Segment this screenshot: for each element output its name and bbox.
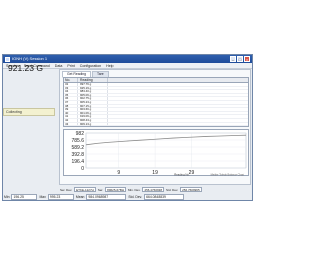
- readings-chart: 982 785.6 589.2 392.8 196.4 0 9 19 29 Reading No.…: [63, 129, 249, 177]
- stat-value-min: 196.25: [11, 194, 38, 200]
- menu-print[interactable]: Print: [67, 63, 74, 68]
- table-cell-reading: 909.13 g: [78, 122, 108, 126]
- stat-label-std-dev: Std. Dev.: [128, 195, 143, 199]
- window-title: IONH (V) Session 1: [12, 56, 48, 61]
- info-label: Min. Dev.: [128, 187, 141, 192]
- maximize-icon[interactable]: □: [237, 56, 243, 62]
- stat-label-max: Max: [39, 195, 46, 199]
- info-value: ETKE-1227H: [74, 187, 96, 192]
- readings-panel: Get Reading Tare No. Reading 32 997.76 g3…: [59, 69, 251, 185]
- stat-value-max: 995.23: [47, 194, 74, 200]
- info-label: Ser. Dev.: [60, 187, 73, 192]
- info-label: Std. Dev.: [166, 187, 179, 192]
- menu-help[interactable]: Help: [106, 63, 113, 68]
- minimize-icon[interactable]: –: [230, 56, 236, 62]
- status-indicator: Collecting: [3, 108, 55, 116]
- y-tick-label: 196.4: [71, 159, 84, 165]
- title-bar: IONH (V) Session 1 – □ ×: [3, 55, 252, 63]
- table-cell-no: 43: [64, 122, 78, 126]
- info-value: 256.4760938: [142, 187, 164, 192]
- x-tick-label: 19: [152, 170, 158, 176]
- chart-annotation: Mettler Toledo Balance Chart: [211, 173, 245, 177]
- reading-panel: [3, 69, 57, 184]
- chart-canvas: 982785.6589.2392.8196.409 19 29Reading No.…: [71, 131, 247, 177]
- window-controls: – □ ×: [230, 56, 250, 62]
- menu-data[interactable]: Data: [55, 63, 63, 68]
- device-info-row: Ser. Dev. ETKE-1227H Ser. 89625-67BH Min…: [59, 186, 249, 193]
- y-tick-label: 785.6: [71, 138, 84, 144]
- stat-label-mean: Mean: [75, 195, 85, 199]
- info-label: Ser.: [97, 187, 104, 192]
- y-tick-label: 392.8: [71, 152, 84, 158]
- table-body: 32 997.76 g 33 925.19 g 34 983.40 g 35 905.06 g…: [64, 82, 248, 126]
- y-tick-label: 0: [81, 166, 84, 172]
- table-row[interactable]: 43 909.13 g: [64, 122, 248, 126]
- stat-value-mean: 984.0968987: [86, 194, 127, 200]
- y-tick-label: 982: [76, 131, 85, 137]
- info-value: 256.7609965: [180, 187, 202, 192]
- y-tick-label: 589.2: [71, 145, 84, 151]
- current-reading: 921.23 G: [8, 63, 43, 73]
- statistics-row: Min 196.25 Max 995.23 Mean 984.0968987 S…: [3, 193, 251, 201]
- stat-value-std-dev: 664.0848839: [144, 194, 185, 200]
- x-tick-label: 9: [117, 170, 120, 176]
- app-icon: [5, 56, 10, 62]
- x-axis-label: Reading No.: [174, 173, 190, 177]
- menu-configuration[interactable]: Configuration: [80, 63, 101, 68]
- stat-label-min: Min: [4, 195, 10, 199]
- readings-table: No. Reading 32 997.76 g 33 925.19 g 34 983.40…: [63, 77, 249, 127]
- close-icon[interactable]: ×: [244, 56, 250, 62]
- info-value: 89625-67BH: [105, 187, 127, 192]
